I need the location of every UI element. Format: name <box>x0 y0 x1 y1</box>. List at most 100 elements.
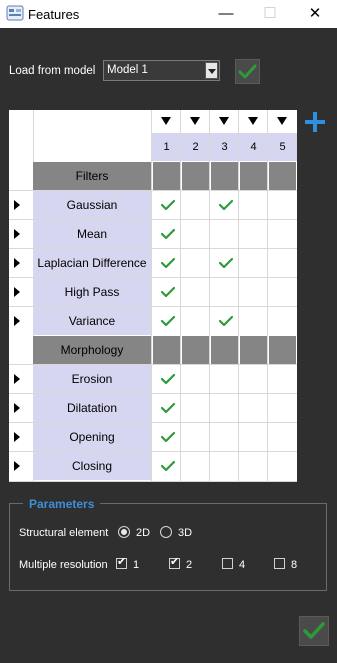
checkmark-icon: ✔ <box>170 556 180 568</box>
radio-3d[interactable] <box>160 526 172 538</box>
row-label: High Pass <box>33 278 151 306</box>
expand-arrow-icon[interactable] <box>14 403 20 413</box>
feature-cell[interactable] <box>268 278 297 306</box>
column-dropdown-icon[interactable] <box>248 117 258 125</box>
section-cell <box>182 162 209 190</box>
resolution-label: 4 <box>239 559 246 571</box>
feature-cell[interactable] <box>239 452 268 480</box>
feature-cell[interactable] <box>181 278 210 306</box>
multiple-resolution-label: Multiple resolution <box>19 559 108 571</box>
column-dropdown-icon[interactable] <box>190 117 200 125</box>
expand-arrow-icon[interactable] <box>14 229 20 239</box>
section-title: Filters <box>33 162 151 190</box>
feature-cell[interactable] <box>268 452 297 480</box>
model-select-value: Model 1 <box>107 64 148 76</box>
grid-line <box>9 481 297 482</box>
feature-cell[interactable] <box>239 220 268 248</box>
expand-arrow-icon[interactable] <box>14 258 20 268</box>
section-cell <box>240 162 267 190</box>
checkmark-icon <box>160 228 176 240</box>
row-label: Dilatation <box>33 394 151 422</box>
resolution-checkbox-2[interactable]: ✔ <box>169 556 180 569</box>
feature-cell[interactable] <box>152 423 181 451</box>
expand-arrow-icon[interactable] <box>14 374 20 384</box>
checkmark-icon <box>160 373 176 385</box>
expand-arrow-icon[interactable] <box>14 200 20 210</box>
feature-cell[interactable] <box>181 365 210 393</box>
row-label: Variance <box>33 307 151 335</box>
resolution-checkbox-1[interactable]: ✔ <box>116 556 127 569</box>
feature-cell[interactable] <box>152 307 181 335</box>
feature-cell[interactable] <box>210 307 239 335</box>
feature-cell[interactable] <box>210 423 239 451</box>
feature-cell[interactable] <box>181 394 210 422</box>
feature-cell[interactable] <box>181 191 210 219</box>
feature-cell[interactable] <box>239 365 268 393</box>
checkmark-icon <box>218 315 234 327</box>
ok-button[interactable] <box>299 616 329 646</box>
feature-cell[interactable] <box>268 307 297 335</box>
feature-cell[interactable] <box>268 220 297 248</box>
feature-cell[interactable] <box>181 249 210 277</box>
feature-cell[interactable] <box>239 191 268 219</box>
row-label: Laplacian Difference <box>33 249 151 277</box>
resolution-checkbox-4[interactable] <box>222 558 233 569</box>
checkmark-icon <box>160 315 176 327</box>
feature-cell[interactable] <box>181 452 210 480</box>
feature-cell[interactable] <box>152 365 181 393</box>
section-cell <box>153 162 180 190</box>
feature-cell[interactable] <box>181 220 210 248</box>
expand-arrow-icon[interactable] <box>14 316 20 326</box>
column-dropdown-icon[interactable] <box>161 117 171 125</box>
resolution-checkbox-8[interactable] <box>274 558 285 569</box>
maximize-button[interactable]: ☐ <box>258 4 282 24</box>
feature-cell[interactable] <box>239 278 268 306</box>
feature-cell[interactable] <box>152 278 181 306</box>
feature-cell[interactable] <box>268 423 297 451</box>
feature-cell[interactable] <box>152 249 181 277</box>
radio-2d[interactable] <box>118 526 130 538</box>
feature-cell[interactable] <box>239 394 268 422</box>
app-logo-icon <box>6 5 24 21</box>
feature-cell[interactable] <box>268 191 297 219</box>
feature-cell[interactable] <box>152 191 181 219</box>
feature-cell[interactable] <box>268 365 297 393</box>
feature-cell[interactable] <box>210 394 239 422</box>
model-select[interactable]: Model 1 <box>103 60 220 81</box>
feature-cell[interactable] <box>239 249 268 277</box>
feature-cell[interactable] <box>181 423 210 451</box>
feature-cell[interactable] <box>210 249 239 277</box>
close-button[interactable]: ✕ <box>303 4 327 24</box>
feature-cell[interactable] <box>210 220 239 248</box>
feature-cell[interactable] <box>268 249 297 277</box>
feature-cell[interactable] <box>239 307 268 335</box>
feature-cell[interactable] <box>152 452 181 480</box>
minimize-button[interactable]: — <box>214 4 238 24</box>
row-label: Gaussian <box>33 191 151 219</box>
dropdown-button[interactable] <box>205 62 218 79</box>
feature-cell[interactable] <box>152 220 181 248</box>
feature-cell[interactable] <box>210 191 239 219</box>
checkmark-icon <box>160 199 176 211</box>
row-label: Erosion <box>33 365 151 393</box>
load-confirm-button[interactable] <box>235 59 260 84</box>
column-dropdown-icon[interactable] <box>277 117 287 125</box>
section-cell <box>211 336 238 364</box>
column-header-5: 5 <box>279 141 286 153</box>
feature-cell[interactable] <box>152 394 181 422</box>
resolution-label: 1 <box>133 559 140 571</box>
feature-cell[interactable] <box>210 278 239 306</box>
feature-cell[interactable] <box>210 365 239 393</box>
feature-cell[interactable] <box>210 452 239 480</box>
expand-arrow-icon[interactable] <box>14 287 20 297</box>
feature-cell[interactable] <box>268 394 297 422</box>
section-cell <box>182 336 209 364</box>
expand-arrow-icon[interactable] <box>14 461 20 471</box>
feature-cell[interactable] <box>239 423 268 451</box>
parameters-group <box>9 503 327 591</box>
section-cell <box>153 336 180 364</box>
feature-cell[interactable] <box>181 307 210 335</box>
column-dropdown-icon[interactable] <box>219 117 229 125</box>
add-column-button[interactable] <box>304 111 326 133</box>
expand-arrow-icon[interactable] <box>14 432 20 442</box>
